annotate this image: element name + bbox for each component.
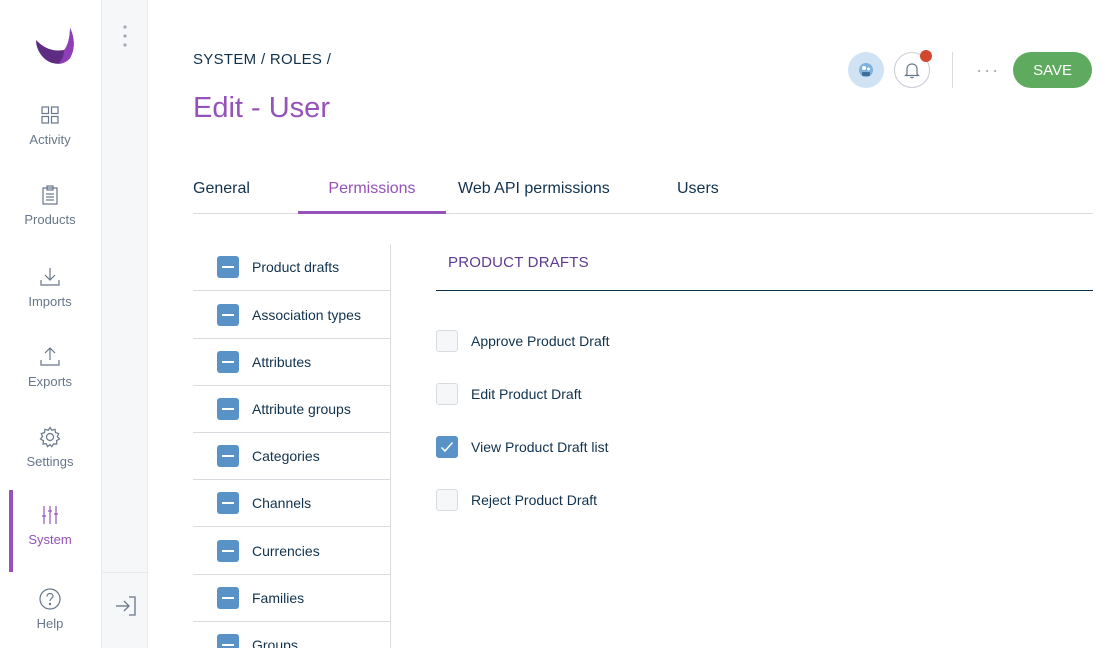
tab-bar: General Permissions Web API permissions … — [193, 170, 1093, 214]
permission-label: Reject Product Draft — [471, 492, 598, 508]
panel-title: PRODUCT DRAFTS — [448, 254, 589, 271]
resource-checkbox[interactable] — [217, 492, 239, 514]
resource-label: Currencies — [252, 543, 320, 559]
resource-label: Categories — [252, 448, 320, 464]
help-icon — [39, 588, 61, 610]
resource-item[interactable]: Association types — [193, 292, 390, 339]
resource-label: Attribute groups — [252, 401, 351, 417]
resource-checkbox[interactable] — [217, 540, 239, 562]
nav-item-exports[interactable]: Exports — [0, 346, 100, 416]
nav-label: Activity — [29, 132, 71, 147]
resource-item[interactable]: Attribute groups — [193, 386, 390, 433]
expand-column-icon[interactable] — [114, 594, 138, 618]
resource-checkbox[interactable] — [217, 445, 239, 467]
activity-icon — [39, 104, 61, 126]
notification-badge — [920, 50, 933, 62]
resource-item[interactable]: Currencies — [193, 528, 390, 575]
permission-view-product-draft-list[interactable]: View Product Draft list — [436, 435, 608, 459]
resource-item[interactable]: Attributes — [193, 339, 390, 386]
column-menu-icon[interactable] — [122, 24, 128, 48]
breadcrumb[interactable]: SYSTEM / ROLES / — [193, 51, 331, 68]
main-navigation: Activity Products Imports Exports Settin… — [0, 0, 102, 648]
permission-checkbox[interactable] — [436, 330, 458, 352]
resource-label: Families — [252, 590, 305, 606]
panel-divider — [436, 290, 1093, 291]
permission-checkbox[interactable] — [436, 489, 458, 511]
permission-edit-product-draft[interactable]: Edit Product Draft — [436, 382, 582, 406]
permission-checkbox[interactable] — [436, 436, 458, 458]
exports-icon — [39, 346, 61, 368]
header-actions: ··· SAVE — [848, 50, 1092, 88]
permission-label: Edit Product Draft — [471, 386, 582, 402]
header-divider — [952, 52, 954, 88]
nav-item-activity[interactable]: Activity — [0, 104, 100, 174]
resource-item[interactable]: Categories — [193, 433, 390, 480]
tab-web-api-permissions[interactable]: Web API permissions — [458, 180, 610, 214]
resource-label: Groups — [252, 637, 298, 648]
resource-checkbox[interactable] — [217, 351, 239, 373]
nav-item-imports[interactable]: Imports — [0, 266, 100, 336]
resource-checkbox[interactable] — [217, 304, 239, 326]
resource-label: Product drafts — [252, 259, 340, 275]
resource-checkbox[interactable] — [217, 256, 239, 278]
resource-item[interactable]: Product drafts — [193, 244, 390, 291]
permission-label: View Product Draft list — [471, 439, 609, 455]
resource-item[interactable]: Groups — [193, 622, 390, 648]
resource-label: Association types — [252, 307, 361, 323]
nav-label: Imports — [28, 294, 72, 309]
tab-permissions[interactable]: Permissions — [298, 180, 446, 214]
resource-checkbox[interactable] — [217, 634, 239, 648]
imports-icon — [39, 266, 61, 288]
resource-item[interactable]: Families — [193, 575, 390, 622]
permission-resource-list: Product drafts Association types Attribu… — [193, 244, 391, 648]
products-icon — [39, 184, 61, 206]
user-avatar[interactable] — [848, 52, 885, 88]
app-logo[interactable] — [34, 26, 78, 66]
notifications-button[interactable] — [894, 50, 933, 88]
resource-item[interactable]: Channels — [193, 480, 390, 527]
resource-checkbox[interactable] — [217, 398, 239, 420]
nav-item-help[interactable]: Help — [0, 588, 100, 648]
permission-checkbox[interactable] — [436, 383, 458, 405]
nav-item-products[interactable]: Products — [0, 184, 100, 254]
column-divider — [102, 572, 147, 573]
permission-approve-product-draft[interactable]: Approve Product Draft — [436, 329, 610, 353]
check-icon — [440, 442, 454, 453]
nav-label: Help — [36, 616, 64, 631]
nav-item-system[interactable]: System — [0, 490, 100, 574]
tab-users[interactable]: Users — [677, 180, 719, 214]
nav-label: Settings — [26, 454, 74, 469]
more-actions-button[interactable]: ··· — [973, 60, 1003, 81]
resource-label: Attributes — [252, 354, 312, 370]
permission-reject-product-draft[interactable]: Reject Product Draft — [436, 488, 597, 512]
nav-label: Exports — [27, 374, 73, 389]
secondary-column — [102, 0, 148, 648]
resource-checkbox[interactable] — [217, 587, 239, 609]
nav-label: Products — [24, 212, 76, 227]
save-button[interactable]: SAVE — [1013, 52, 1092, 88]
nav-item-settings[interactable]: Settings — [0, 426, 100, 496]
permission-label: Approve Product Draft — [471, 333, 610, 349]
tab-general[interactable]: General — [193, 180, 250, 214]
system-icon — [39, 504, 61, 526]
bell-icon — [904, 63, 921, 79]
page-title: Edit - User — [193, 92, 330, 124]
resource-label: Channels — [252, 495, 312, 511]
nav-label: System — [28, 532, 72, 547]
avatar-icon — [859, 63, 874, 77]
settings-icon — [39, 426, 61, 448]
